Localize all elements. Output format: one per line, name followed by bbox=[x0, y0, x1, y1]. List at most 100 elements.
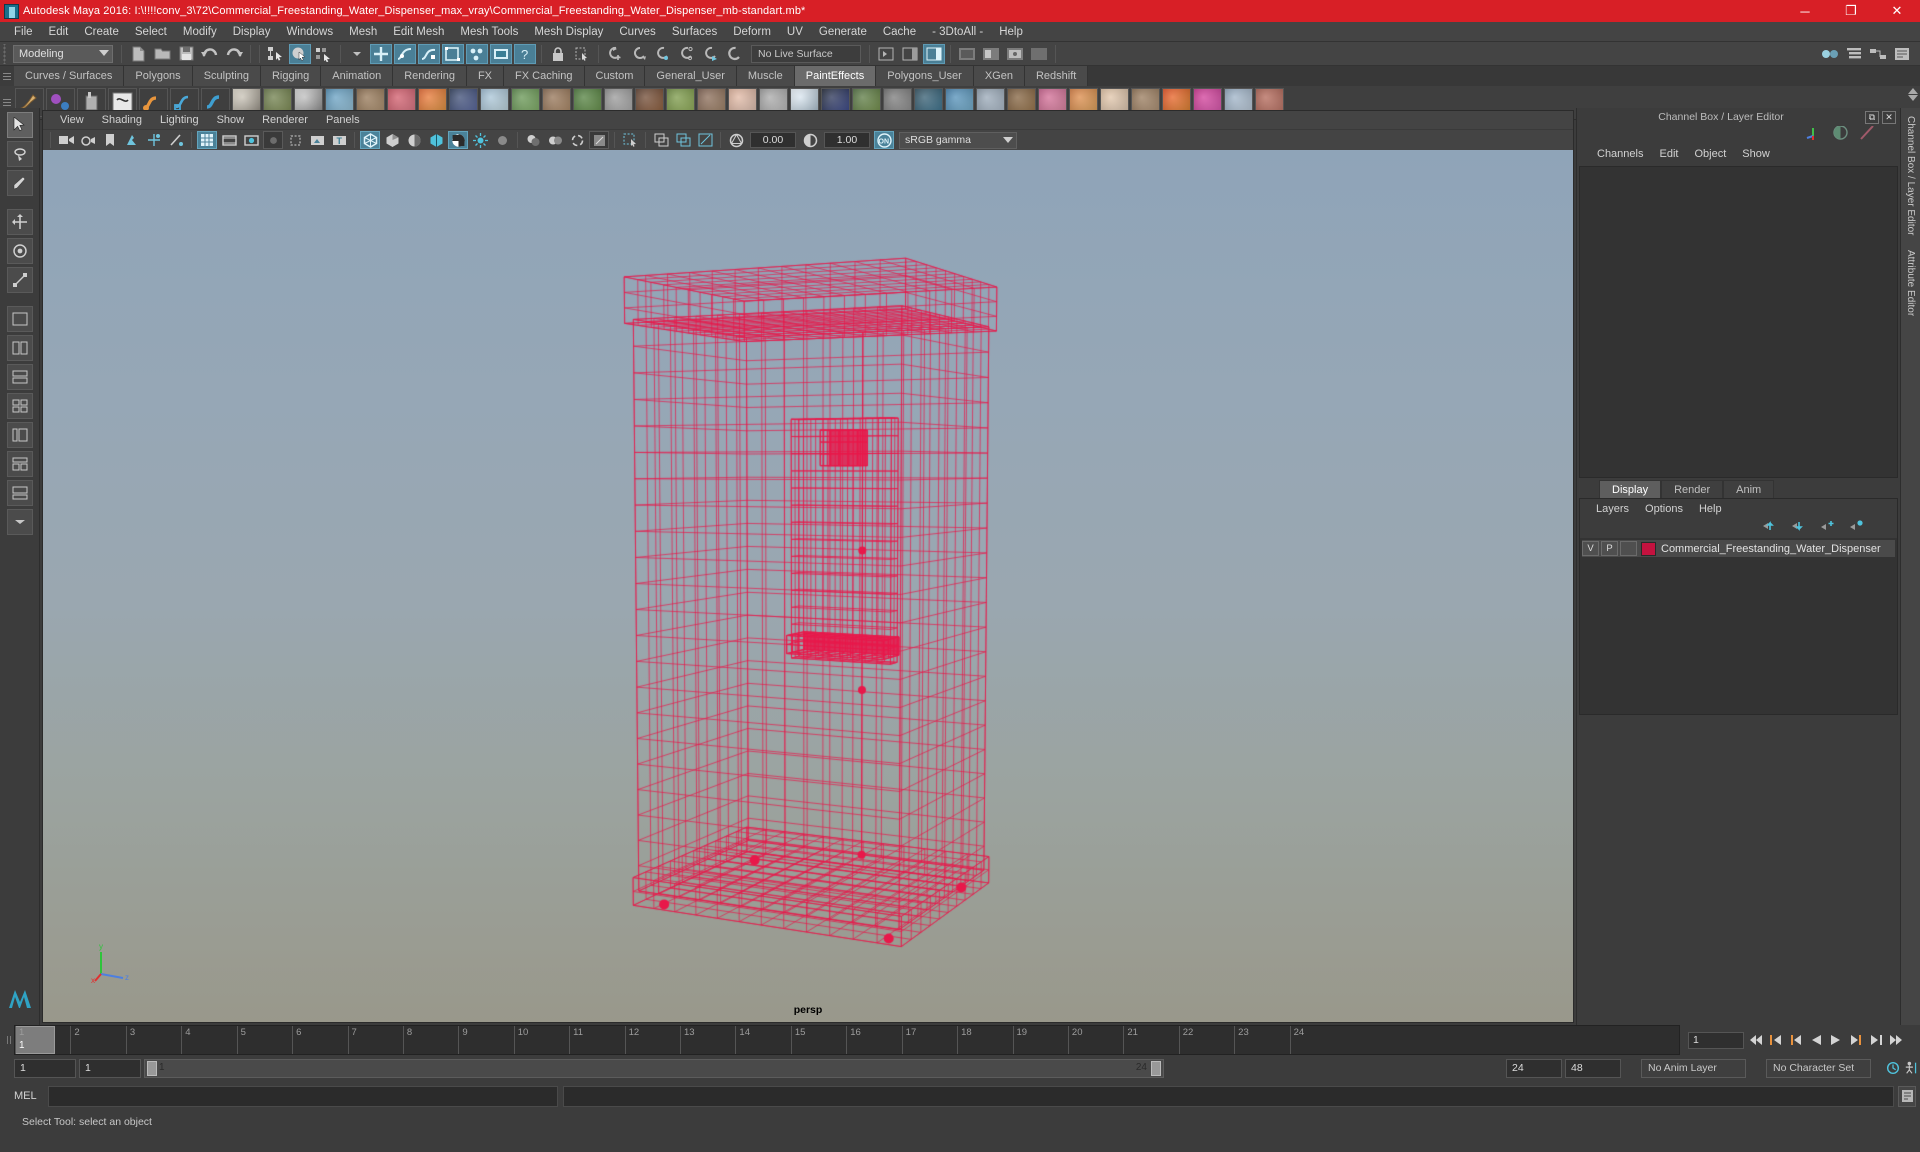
output-connections-icon[interactable] bbox=[652, 44, 674, 64]
move-tool[interactable] bbox=[6, 209, 33, 235]
new-scene-icon[interactable] bbox=[127, 44, 149, 64]
menu-deform[interactable]: Deform bbox=[725, 22, 779, 42]
rotate-tool[interactable] bbox=[6, 238, 33, 264]
shelf-tab-redshift[interactable]: Redshift bbox=[1024, 66, 1089, 86]
lock-camera-icon[interactable] bbox=[78, 131, 98, 149]
quick-layout-outliner-persp[interactable] bbox=[6, 422, 33, 448]
shelf-tab-painteffects[interactable]: PaintEffects bbox=[794, 66, 877, 86]
layer-menu-options[interactable]: Options bbox=[1637, 503, 1691, 515]
use-default-light-icon[interactable] bbox=[470, 131, 490, 149]
shelf-tab-fx-caching[interactable]: FX Caching bbox=[504, 66, 585, 86]
play-forwards-icon[interactable] bbox=[1828, 1031, 1844, 1049]
lock-icon[interactable] bbox=[547, 44, 569, 64]
select-hierarchy-icon[interactable] bbox=[265, 44, 287, 64]
layer-tab-render[interactable]: Render bbox=[1661, 480, 1724, 498]
unlock-selection-icon[interactable] bbox=[571, 44, 593, 64]
gamma-icon[interactable] bbox=[800, 131, 820, 149]
new-layer-icon[interactable] bbox=[1819, 519, 1836, 537]
menu-set-selector[interactable]: Modeling bbox=[13, 44, 113, 63]
select-object-icon[interactable] bbox=[289, 43, 311, 64]
layer-menu-help[interactable]: Help bbox=[1691, 503, 1730, 515]
side-tab-channel-box[interactable]: Channel Box / Layer Editor bbox=[1905, 116, 1916, 236]
open-scene-icon[interactable] bbox=[151, 44, 173, 64]
menu-cache[interactable]: Cache bbox=[875, 22, 924, 42]
range-start-handle[interactable] bbox=[147, 1060, 157, 1076]
layer-playback-toggle[interactable]: P bbox=[1601, 541, 1618, 556]
quick-layout-hypershade[interactable] bbox=[6, 451, 33, 477]
axis-gizmo-icon[interactable] bbox=[1805, 124, 1822, 146]
wireframe-shaded-icon[interactable] bbox=[360, 131, 380, 149]
texture-toggle-icon[interactable]: T bbox=[329, 131, 349, 149]
quick-layout-single[interactable] bbox=[6, 306, 33, 332]
smooth-shade-all-icon[interactable] bbox=[382, 131, 402, 149]
shelf-tab-xgen[interactable]: XGen bbox=[973, 66, 1025, 86]
layer-shading-toggle[interactable] bbox=[1620, 541, 1637, 556]
sphere-shading-icon[interactable] bbox=[1832, 124, 1849, 146]
shelf-tab-curves-surfaces[interactable]: Curves / Surfaces bbox=[14, 66, 125, 86]
time-slider-grip[interactable] bbox=[0, 1025, 14, 1055]
close-button[interactable]: ✕ bbox=[1874, 0, 1920, 22]
exposure-icon[interactable] bbox=[726, 131, 746, 149]
auto-keyframe-icon[interactable] bbox=[1885, 1059, 1901, 1077]
image-plane-icon[interactable] bbox=[122, 131, 142, 149]
new-layer-from-selected-icon[interactable] bbox=[1848, 519, 1865, 537]
panel-dup-icon[interactable] bbox=[651, 131, 671, 149]
film-gate-icon[interactable] bbox=[219, 131, 239, 149]
shelf-grip[interactable] bbox=[0, 66, 14, 86]
layer-tab-display[interactable]: Display bbox=[1599, 480, 1662, 498]
layer-row[interactable]: V P Commercial_Freestanding_Water_Dispense… bbox=[1582, 540, 1895, 557]
snap-point-icon[interactable] bbox=[418, 43, 440, 64]
range-slider[interactable]: 1 24 bbox=[144, 1058, 1164, 1078]
layer-tab-anim[interactable]: Anim bbox=[1723, 480, 1775, 498]
menu-curves[interactable]: Curves bbox=[611, 22, 663, 42]
menu-file[interactable]: File bbox=[6, 22, 41, 42]
viewport-menu-show[interactable]: Show bbox=[208, 111, 254, 129]
viewport-menu-view[interactable]: View bbox=[51, 111, 93, 129]
render-current-frame-icon[interactable] bbox=[956, 44, 978, 64]
help-snap-icon[interactable]: ? bbox=[514, 43, 536, 64]
lasso-select-tool[interactable] bbox=[6, 141, 33, 167]
resolution-gate-icon[interactable] bbox=[241, 131, 261, 149]
node-editor-icon[interactable] bbox=[1867, 44, 1889, 64]
use-all-lights-icon[interactable] bbox=[492, 131, 512, 149]
shelf-scroll-up-icon[interactable] bbox=[1908, 88, 1918, 94]
menu-select[interactable]: Select bbox=[127, 22, 175, 42]
shelf-tab-custom[interactable]: Custom bbox=[584, 66, 646, 86]
viewport-menu-lighting[interactable]: Lighting bbox=[151, 111, 208, 129]
viewport-menu-shading[interactable]: Shading bbox=[93, 111, 151, 129]
select-component-icon[interactable] bbox=[313, 44, 335, 64]
shelf-tab-polygons-user[interactable]: Polygons_User bbox=[876, 66, 974, 86]
snap-grid-icon[interactable] bbox=[370, 43, 392, 64]
script-editor-icon[interactable] bbox=[1891, 44, 1913, 64]
construction-history-icon[interactable] bbox=[604, 44, 626, 64]
show-channel-box-icon[interactable] bbox=[923, 43, 945, 64]
screen-space-ao-icon[interactable] bbox=[545, 131, 565, 149]
exposure-field[interactable]: 0.00 bbox=[750, 132, 796, 148]
shelf-tab-animation[interactable]: Animation bbox=[321, 66, 394, 86]
sidebar-toggle-icon[interactable] bbox=[875, 44, 897, 64]
gate-mask-icon[interactable] bbox=[263, 131, 283, 149]
isolate-select-icon[interactable] bbox=[620, 131, 640, 149]
snap-view-plane-icon[interactable] bbox=[466, 43, 488, 64]
wireframe-model-canvas[interactable] bbox=[43, 150, 1573, 1022]
channel-box-menu-channels[interactable]: Channels bbox=[1589, 148, 1651, 160]
shelf-scroll-arrows[interactable] bbox=[1908, 88, 1918, 101]
viewport-3d[interactable]: y z x persp bbox=[43, 150, 1573, 1022]
statusline-grip[interactable] bbox=[2, 43, 9, 64]
layer-color-swatch[interactable] bbox=[1641, 541, 1656, 556]
menu-edit-mesh[interactable]: Edit Mesh bbox=[385, 22, 452, 42]
menu-uv[interactable]: UV bbox=[779, 22, 811, 42]
channel-box-menu-object[interactable]: Object bbox=[1686, 148, 1734, 160]
script-editor-icon[interactable] bbox=[1898, 1085, 1916, 1107]
break-connections-icon[interactable] bbox=[700, 44, 722, 64]
range-end-handle[interactable] bbox=[1151, 1060, 1161, 1076]
quick-layout-two-stacked[interactable] bbox=[6, 364, 33, 390]
gamma-field[interactable]: 1.00 bbox=[824, 132, 870, 148]
chevron-down-icon[interactable] bbox=[346, 44, 368, 64]
go-to-start-icon[interactable] bbox=[1748, 1031, 1764, 1049]
shadows-icon[interactable] bbox=[166, 131, 186, 149]
menu-mesh-display[interactable]: Mesh Display bbox=[526, 22, 611, 42]
step-back-keyframe-icon[interactable] bbox=[1768, 1031, 1784, 1049]
show-attribute-editor-icon[interactable] bbox=[899, 44, 921, 64]
delete-history-icon[interactable] bbox=[676, 44, 698, 64]
